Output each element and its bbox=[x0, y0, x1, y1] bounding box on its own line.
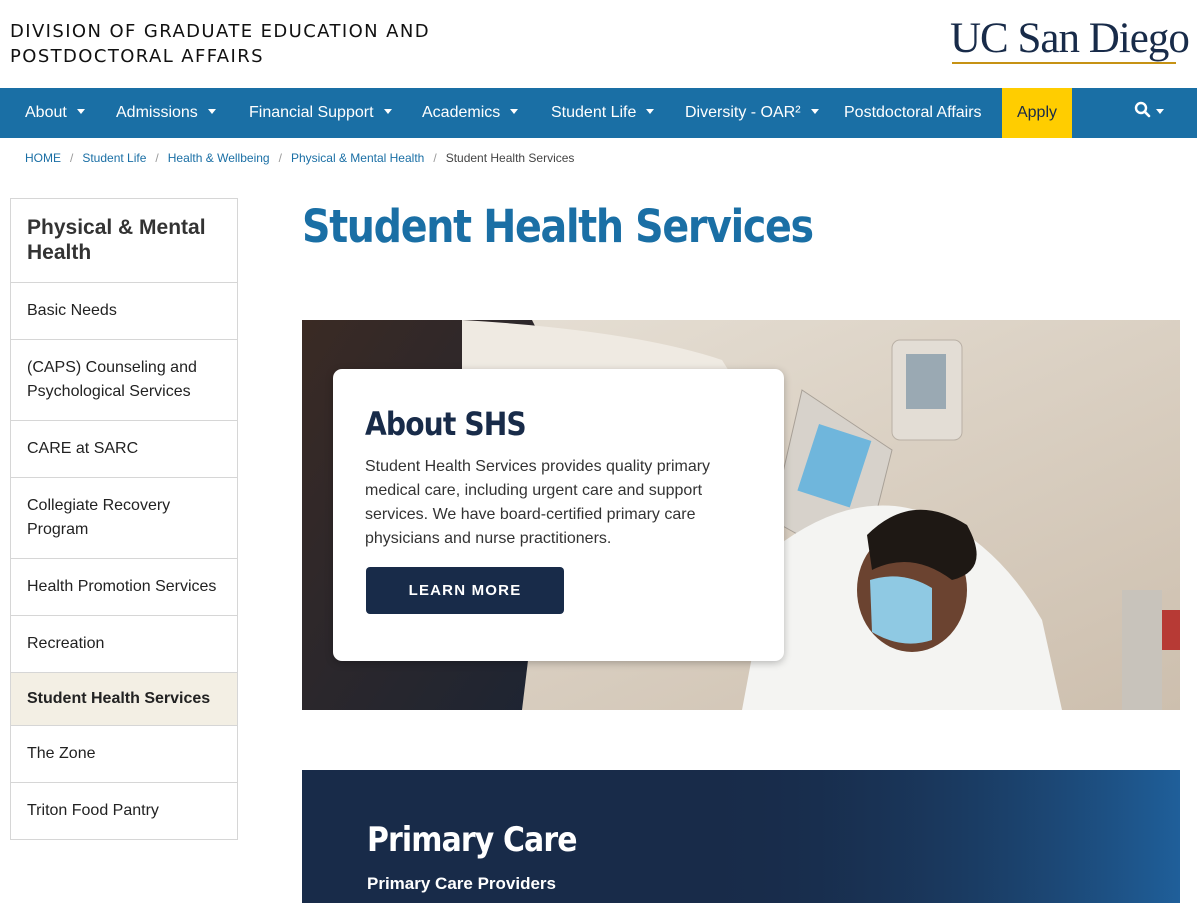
nav-item-label: Student Life bbox=[551, 104, 637, 121]
sidebar-item-triton-food-pantry[interactable]: Triton Food Pantry bbox=[11, 783, 237, 839]
breadcrumb-current: Student Health Services bbox=[445, 151, 575, 165]
logo-underline bbox=[952, 62, 1176, 64]
sidebar-item-student-health-services[interactable]: Student Health Services bbox=[11, 673, 237, 726]
card-title: About SHS bbox=[365, 405, 527, 443]
sidebar-item-label: Collegiate Recovery Program bbox=[27, 497, 171, 538]
nav-item-about[interactable]: About bbox=[25, 88, 85, 138]
breadcrumb-health-wellbeing[interactable]: Health & Wellbeing bbox=[168, 151, 270, 165]
about-shs-card: About SHS Student Health Services provid… bbox=[333, 369, 784, 661]
nav-item-label: Admissions bbox=[116, 104, 198, 121]
nav-item-label: Diversity - OAR² bbox=[685, 104, 801, 121]
nav-item-label: Postdoctoral Affairs bbox=[844, 104, 982, 121]
nav-item-financial-support[interactable]: Financial Support bbox=[249, 88, 392, 138]
learn-more-button[interactable]: LEARN MORE bbox=[366, 567, 564, 614]
chevron-down-icon bbox=[1156, 109, 1164, 114]
sidebar-heading[interactable]: Physical & Mental Health bbox=[11, 199, 237, 283]
breadcrumb-student-life[interactable]: Student Life bbox=[82, 151, 146, 165]
nav-item-label: Academics bbox=[422, 104, 501, 121]
sidebar-item-label: Triton Food Pantry bbox=[27, 802, 159, 819]
sidebar-item-the-zone[interactable]: The Zone bbox=[11, 726, 237, 783]
sidebar-item-label: Basic Needs bbox=[27, 302, 117, 319]
search-toggle[interactable] bbox=[1130, 100, 1174, 124]
primary-care-section: Primary Care Primary Care Providers bbox=[302, 770, 1180, 903]
breadcrumb-physical-mental-health[interactable]: Physical & Mental Health bbox=[291, 151, 424, 165]
nav-item-student-life[interactable]: Student Life bbox=[551, 88, 655, 138]
sidebar-item-recreation[interactable]: Recreation bbox=[11, 616, 237, 673]
breadcrumb-separator: / bbox=[155, 151, 159, 165]
nav-item-admissions[interactable]: Admissions bbox=[116, 88, 216, 138]
sidebar-item-label: Student Health Services bbox=[27, 690, 211, 707]
sidebar-item-label: CARE at SARC bbox=[27, 440, 139, 457]
search-icon bbox=[1134, 101, 1151, 118]
nav-item-diversity[interactable]: Diversity - OAR² bbox=[685, 88, 819, 138]
apply-button[interactable]: Apply bbox=[1002, 88, 1072, 138]
nav-item-label: Financial Support bbox=[249, 104, 374, 121]
site-title-line1[interactable]: DIVISION OF GRADUATE EDUCATION AND bbox=[10, 19, 430, 44]
breadcrumb: HOME / Student Life / Health & Wellbeing / Phy… bbox=[25, 151, 574, 165]
nav-item-academics[interactable]: Academics bbox=[422, 88, 519, 138]
breadcrumb-separator: / bbox=[70, 151, 74, 165]
site-title[interactable]: DIVISION OF GRADUATE EDUCATION AND POSTD… bbox=[10, 19, 430, 69]
sidebar-nav: Physical & Mental Health Basic Needs (CA… bbox=[10, 198, 238, 840]
chevron-down-icon bbox=[76, 109, 85, 114]
site-header: DIVISION OF GRADUATE EDUCATION AND POSTD… bbox=[0, 0, 1197, 88]
page-title: Student Health Services bbox=[302, 200, 814, 253]
sidebar-item-label: Health Promotion Services bbox=[27, 578, 217, 595]
uc-san-diego-logo[interactable]: UC San Diego bbox=[950, 16, 1190, 62]
sidebar-item-label: (CAPS) Counseling and Psychological Serv… bbox=[27, 359, 197, 400]
sidebar-item-care-at-sarc[interactable]: CARE at SARC bbox=[11, 421, 237, 478]
site-title-line2[interactable]: POSTDOCTORAL AFFAIRS bbox=[10, 44, 430, 69]
chevron-down-icon bbox=[207, 109, 216, 114]
primary-care-subtitle: Primary Care Providers bbox=[367, 874, 556, 893]
sidebar-item-label: Recreation bbox=[27, 635, 105, 652]
sidebar-item-collegiate-recovery[interactable]: Collegiate Recovery Program bbox=[11, 478, 237, 559]
sidebar-item-basic-needs[interactable]: Basic Needs bbox=[11, 283, 237, 340]
sidebar-item-label: The Zone bbox=[27, 745, 96, 762]
sidebar-item-health-promotion[interactable]: Health Promotion Services bbox=[11, 559, 237, 616]
main-nav: About Admissions Financial Support Acade… bbox=[0, 88, 1197, 138]
breadcrumb-separator: / bbox=[433, 151, 437, 165]
primary-care-title: Primary Care bbox=[367, 820, 577, 860]
chevron-down-icon bbox=[810, 109, 819, 114]
card-description: Student Health Services provides quality… bbox=[365, 458, 711, 547]
breadcrumb-separator: / bbox=[278, 151, 282, 165]
chevron-down-icon bbox=[646, 109, 655, 114]
nav-item-label: About bbox=[25, 104, 67, 121]
chevron-down-icon bbox=[510, 109, 519, 114]
nav-item-postdoctoral-affairs[interactable]: Postdoctoral Affairs bbox=[844, 88, 982, 138]
breadcrumb-home[interactable]: HOME bbox=[25, 151, 61, 165]
sidebar-item-caps[interactable]: (CAPS) Counseling and Psychological Serv… bbox=[11, 340, 237, 421]
chevron-down-icon bbox=[383, 109, 392, 114]
